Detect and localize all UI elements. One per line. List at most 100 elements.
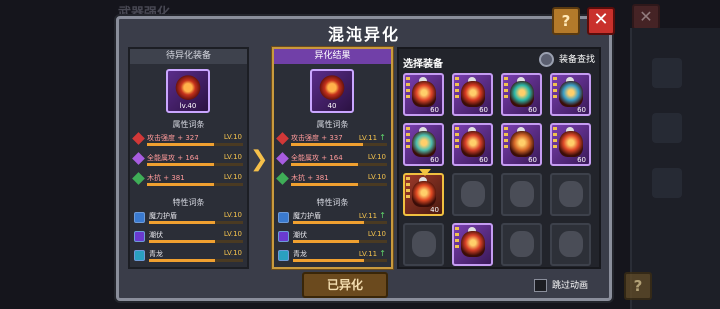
equipment-icon [412, 131, 436, 157]
stat-progress-bar [291, 143, 387, 146]
trait-name: 魔力护盾 [149, 212, 177, 220]
close-button[interactable]: ✕ [587, 7, 615, 35]
stat-row: 攻击强度 + 337 LV.11 ↑ [276, 132, 388, 147]
stat-name: 攻击强度 + 337 [291, 134, 343, 142]
equipment-icon [412, 81, 436, 107]
stat-row: 木抗 + 381 LV.10 [276, 172, 388, 187]
chaos-alienation-dialog: 混沌异化 ? ✕ 待异化装备 lv.40 属性词条 攻击强度 + 327 LV.1… [116, 7, 615, 301]
equipment-icon [510, 131, 534, 157]
stat-gem-icon [276, 152, 289, 165]
trait-section-title: 特性词条 [172, 198, 205, 207]
slot-level: 60 [430, 156, 439, 164]
equip-slot[interactable] [403, 223, 444, 266]
star-rating-icon [553, 77, 557, 101]
trait-row: 潮伏 LV.10 [278, 230, 388, 246]
stat-row: 全能属攻 + 164 LV.10 [276, 152, 388, 167]
stat-gem-icon [132, 172, 145, 185]
slot-level: 60 [528, 156, 537, 164]
equip-slot[interactable]: 60 [452, 73, 493, 116]
trait-icon [134, 212, 145, 223]
result-header: 异化结果 [274, 49, 391, 64]
attr-section-title: 属性词条 [316, 120, 349, 129]
alienated-button[interactable]: 已异化 [302, 272, 388, 298]
equip-slot[interactable]: 60 [452, 123, 493, 166]
background-side-panel [630, 28, 720, 309]
equip-search-label: 装备查找 [558, 55, 595, 65]
stat-gem-icon [276, 172, 289, 185]
trait-icon [278, 231, 289, 242]
stat-name: 全能属攻 + 164 [291, 154, 343, 162]
search-icon [538, 52, 554, 67]
result-panel: 异化结果 40 属性词条 攻击强度 + 337 LV.11 ↑ 全能属攻 + 164… [272, 47, 393, 269]
skip-animation-toggle[interactable]: 跳过动画 [534, 278, 588, 294]
equip-silhouette-icon [559, 231, 583, 257]
equip-slot[interactable] [550, 173, 591, 216]
help-button[interactable]: ? [552, 7, 580, 35]
equip-slot[interactable] [452, 223, 493, 266]
equip-slot[interactable]: 40 [403, 169, 444, 216]
equip-slot[interactable] [550, 223, 591, 266]
equip-slot[interactable]: 60 [403, 73, 444, 116]
equip-slot[interactable] [501, 173, 542, 216]
equip-slot[interactable]: 60 [550, 123, 591, 166]
trait-icon [278, 212, 289, 223]
trait-progress-bar [293, 221, 387, 224]
equip-silhouette-icon [510, 231, 534, 257]
dialog-title: 混沌异化 [327, 25, 400, 44]
stat-level: LV.10 [223, 173, 242, 181]
trait-row: 青龙 LV.10 [134, 249, 244, 265]
equipment-icon [559, 81, 583, 107]
star-rating-icon [504, 127, 508, 151]
background-slot [652, 58, 682, 88]
stat-progress-bar [147, 143, 243, 146]
stat-progress-bar [291, 183, 387, 186]
equip-slot[interactable]: 60 [403, 123, 444, 166]
equip-level: lv.40 [179, 102, 197, 110]
equip-slot[interactable] [501, 223, 542, 266]
select-equip-header: 选择装备 [403, 59, 443, 70]
equip-slot[interactable] [452, 173, 493, 216]
slot-level: 40 [430, 206, 439, 214]
star-rating-icon [455, 77, 459, 101]
slot-level: 60 [479, 106, 488, 114]
equip-slot[interactable]: 60 [501, 73, 542, 116]
slot-level: 60 [577, 156, 586, 164]
pending-equip-icon[interactable]: lv.40 [166, 69, 210, 113]
helmet-icon [319, 75, 345, 103]
up-arrow-icon: ↑ [379, 133, 386, 142]
trait-row: 青龙 LV.11 ↑ [278, 249, 388, 265]
attr-section-title: 属性词条 [172, 120, 205, 129]
trait-level: LV.10 [223, 211, 242, 219]
trait-progress-bar [293, 240, 387, 243]
checkbox[interactable] [534, 279, 547, 292]
helmet-icon [175, 75, 201, 103]
equip-slot[interactable]: 60 [550, 73, 591, 116]
trait-name: 青龙 [149, 250, 163, 258]
stat-progress-bar [147, 163, 243, 166]
stat-level: LV.10 [367, 173, 386, 181]
stat-gem-icon [132, 152, 145, 165]
trait-name: 青龙 [293, 250, 307, 258]
up-arrow-icon: ↑ [379, 211, 386, 220]
stat-level: LV.11 ↑ [358, 133, 386, 142]
equipment-icon [510, 81, 534, 107]
background-slot [652, 168, 682, 198]
stat-row: 木抗 + 381 LV.10 [132, 172, 244, 187]
trait-level: LV.11 ↑ [358, 249, 386, 258]
equip-search-button[interactable]: 装备查找 [538, 51, 595, 69]
trait-icon [278, 250, 289, 261]
trait-level: LV.10 [367, 230, 386, 238]
equip-slot[interactable]: 60 [501, 123, 542, 166]
arrow-right-icon: ❯ [250, 147, 269, 172]
stat-row: 攻击强度 + 327 LV.10 [132, 132, 244, 147]
trait-row: 潮伏 LV.10 [134, 230, 244, 246]
selected-marker-icon [419, 169, 431, 176]
background-help-icon: ? [624, 272, 652, 300]
slot-level: 60 [430, 106, 439, 114]
stat-gem-icon [276, 132, 289, 145]
up-arrow-icon: ↑ [379, 249, 386, 258]
select-equip-panel: 选择装备 装备查找 60 60 60 60 60 60 60 60 40 [397, 47, 601, 269]
star-rating-icon [406, 127, 410, 151]
result-equip-icon[interactable]: 40 [310, 69, 354, 113]
slot-level: 60 [479, 156, 488, 164]
